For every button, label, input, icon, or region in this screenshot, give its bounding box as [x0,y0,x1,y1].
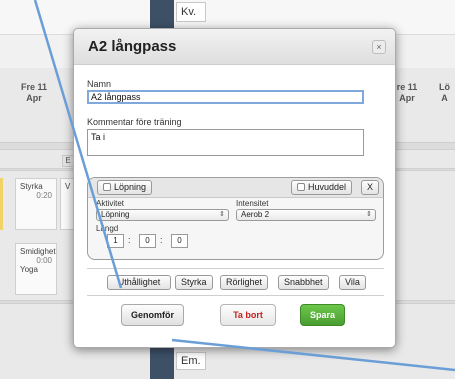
calendar-highlight [0,178,3,230]
add-rest-button[interactable]: Vila [339,275,366,290]
main-part-toggle[interactable]: Huvuddel [291,180,353,195]
day-header-left[interactable]: Fre 11 Apr [14,82,54,104]
event-title: Smidighet [20,247,56,256]
calendar-tab-kv[interactable]: Kv. [176,2,206,22]
activity-block: Löpning Huvuddel X Aktivitet Löpning ⇕ I… [87,177,384,260]
comment-textarea[interactable]: Ta i [87,129,364,156]
event-duration: 0:20 [36,191,52,200]
name-label: Namn [87,79,112,89]
event-title: Styrka [20,182,43,191]
activity-select[interactable]: Löpning ⇕ [96,209,229,221]
time-separator: : [160,235,163,245]
save-button[interactable]: Spara [300,304,345,326]
name-input[interactable] [87,90,364,104]
day-header-far-right[interactable]: Lö A [434,82,455,104]
minutes-input[interactable]: 0 [139,234,156,248]
calendar-event-card[interactable]: Styrka 0:20 [15,178,57,230]
select-arrows-icon: ⇕ [366,211,372,218]
workout-dialog: A2 långpass × Namn Kommentar före tränin… [73,28,396,348]
intensity-label: Intensitet [236,199,269,208]
add-strength-button[interactable]: Styrka [175,275,213,290]
add-mobility-button[interactable]: Rörlighet [220,275,269,290]
intensity-select[interactable]: Aerob 2 ⇕ [236,209,376,221]
checkbox-icon [297,183,305,191]
day-name: re 11 [396,82,418,92]
day-month: A [441,93,448,103]
day-name: Fre 11 [20,82,48,92]
perform-button[interactable]: Genomför [121,304,184,326]
intensity-select-value: Aerob 2 [241,210,270,219]
dialog-header: A2 långpass × [74,29,395,65]
calendar-event-card[interactable]: Smidighet 0:00 Yoga [15,243,57,295]
activity-type-label: Löpning [114,182,147,192]
day-name: Lö [439,82,450,92]
close-button[interactable]: × [372,40,386,54]
remove-activity-button[interactable]: X [361,180,380,195]
activity-label: Aktivitet [96,199,125,208]
calendar-tab-em[interactable]: Em. [176,352,206,370]
calendar-event-card[interactable]: V [60,178,74,230]
day-month: Apr [399,93,415,103]
event-duration: 0:00 [36,256,52,265]
activity-block-header: Löpning Huvuddel X [88,178,383,198]
event-subtitle: Yoga [20,265,38,274]
comment-label: Kommentar före träning [87,117,182,127]
add-speed-button[interactable]: Snabbhet [278,275,329,290]
main-part-label: Huvuddel [308,182,347,192]
activity-select-value: Löpning [101,210,130,219]
delete-button[interactable]: Ta bort [220,304,276,326]
time-separator: : [128,235,131,245]
hours-input[interactable]: 1 [107,234,124,248]
day-month: Apr [26,93,42,103]
dialog-title: A2 långpass [88,38,177,55]
seconds-input[interactable]: 0 [171,234,188,248]
day-header-right[interactable]: re 11 Apr [396,82,418,104]
event-title: V [65,182,71,191]
divider [87,268,384,269]
length-label: Längd [96,224,119,233]
divider [87,295,384,296]
activity-type-button[interactable]: Löpning [97,180,153,195]
add-endurance-button[interactable]: Uthållighet [107,275,171,290]
checkbox-icon [103,183,111,191]
select-arrows-icon: ⇕ [219,211,225,218]
